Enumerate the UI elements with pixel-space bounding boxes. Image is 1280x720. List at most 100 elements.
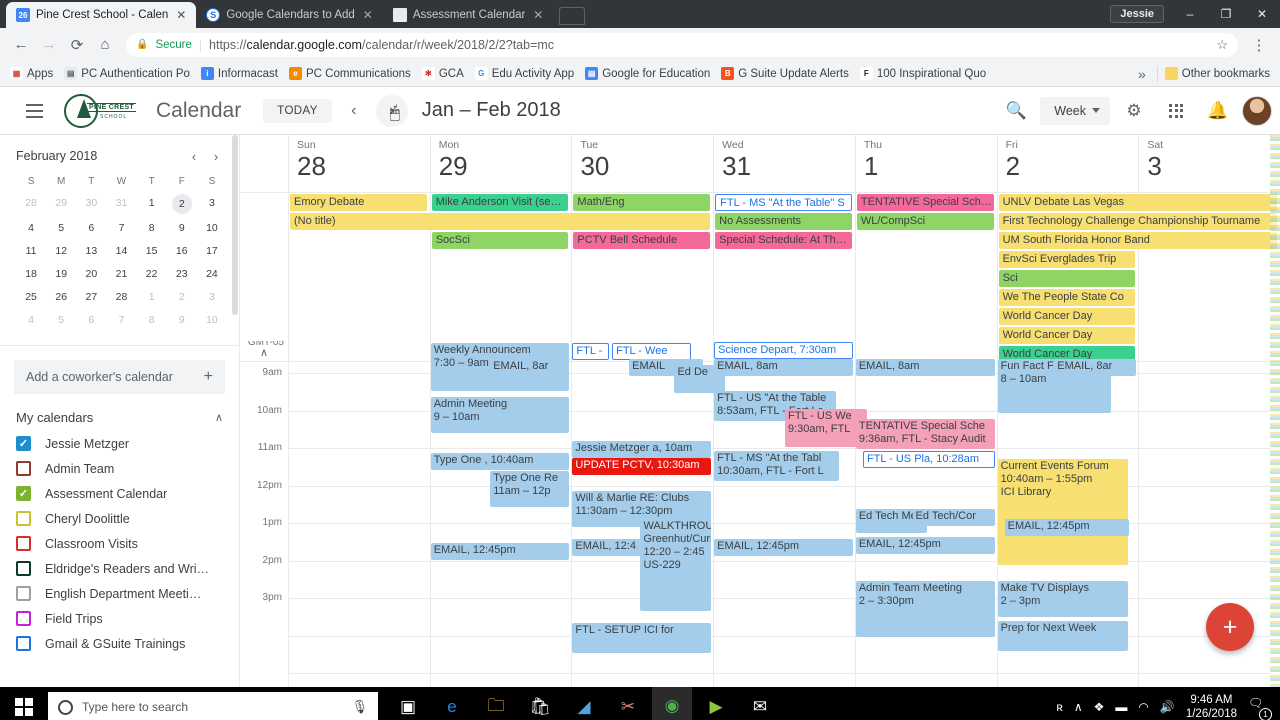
- microsoft-store-icon[interactable]: 🛍: [520, 687, 560, 720]
- calendar-list-item[interactable]: Admin Team: [0, 456, 239, 481]
- calendar-event[interactable]: Prep for Next Week: [997, 621, 1128, 651]
- mini-day-cell[interactable]: 19: [46, 265, 76, 283]
- mini-day-cell[interactable]: 17: [197, 242, 227, 260]
- search-icon[interactable]: 🔍: [998, 93, 1034, 129]
- mini-day-cell[interactable]: 9: [167, 311, 197, 329]
- calendar-list-item[interactable]: Field Trips: [0, 606, 239, 631]
- calendar-event[interactable]: EMAIL, 8am: [855, 359, 995, 376]
- all-day-event-chip[interactable]: Math/Eng: [573, 194, 711, 211]
- all-day-event-chip[interactable]: World Cancer Day: [998, 308, 1136, 325]
- browser-tab-0[interactable]: 26 Pine Crest School - Calen ✕: [6, 2, 197, 28]
- mini-day-cell[interactable]: 14: [106, 242, 136, 260]
- address-bar[interactable]: 🔒 Secure | https://calendar.google.com/c…: [126, 32, 1238, 57]
- calendar-event[interactable]: Current Events Forum 10:40am – 1:55pm ICI …: [997, 459, 1128, 565]
- all-day-event-chip[interactable]: PCTV Bell Schedule: [573, 232, 711, 249]
- close-tab-icon[interactable]: ✕: [361, 8, 375, 22]
- calendar-event[interactable]: Make TV Displays 2 – 3pm: [997, 581, 1128, 617]
- mini-day-cell[interactable]: 5: [46, 311, 76, 329]
- calendar-event[interactable]: FTL - Wee: [612, 343, 692, 360]
- calendar-checkbox[interactable]: [16, 561, 31, 576]
- clock[interactable]: 9:46 AM 1/26/2018: [1186, 693, 1237, 720]
- minimize-button[interactable]: –: [1172, 0, 1208, 28]
- calendar-event[interactable]: Type One Re 11am – 12p: [490, 471, 570, 507]
- reload-icon[interactable]: ⟳: [64, 32, 90, 58]
- calendar-checkbox[interactable]: [16, 586, 31, 601]
- taskbar-search-input[interactable]: Type here to search 🎙: [48, 692, 378, 720]
- all-day-event-chip[interactable]: We The People State Co: [998, 289, 1136, 306]
- calendar-event[interactable]: Admin Team Meeting 2 – 3:30pm: [855, 581, 995, 637]
- mail-icon[interactable]: ✉: [740, 687, 780, 720]
- mini-day-cell[interactable]: 22: [137, 265, 167, 283]
- onedrive-icon[interactable]: ◢: [564, 687, 604, 720]
- all-day-event-chip[interactable]: FTL - MS "At the Table" S: [715, 194, 852, 211]
- day-header-sat[interactable]: Sat 3: [1138, 135, 1280, 192]
- mini-day-cell[interactable]: 23: [167, 265, 197, 283]
- microphone-icon[interactable]: 🎙: [351, 699, 368, 715]
- day-header-thu[interactable]: Thu 1: [854, 135, 997, 192]
- all-day-event-chip[interactable]: Special Schedule: At Th…: [715, 232, 852, 249]
- calendar-event[interactable]: Science Depart, 7:30am: [714, 342, 853, 359]
- bookmark-item[interactable]: ▤ PC Authentication Po: [60, 65, 194, 82]
- mini-day-cell[interactable]: 18: [16, 265, 46, 283]
- mini-day-cell[interactable]: 6: [76, 219, 106, 237]
- profile-chip[interactable]: Jessie: [1110, 5, 1164, 23]
- calendar-checkbox[interactable]: ✓: [16, 486, 31, 501]
- mini-day-cell[interactable]: 15: [137, 242, 167, 260]
- calendar-event[interactable]: EMAIL, 12:45pm: [430, 543, 570, 560]
- battery-icon[interactable]: ▬: [1115, 700, 1127, 714]
- mini-day-cell[interactable]: 29: [46, 194, 76, 214]
- mini-day-cell[interactable]: 4: [16, 311, 46, 329]
- file-explorer-icon[interactable]: 🗀: [476, 687, 516, 720]
- calendar-event[interactable]: EMAIL, 8ar: [490, 359, 570, 376]
- bookmark-item[interactable]: BG Suite Update Alerts: [717, 65, 853, 82]
- day-header-fri[interactable]: Fri 2: [996, 135, 1139, 192]
- back-icon[interactable]: ←: [8, 32, 34, 58]
- calendar-event[interactable]: UPDATE PCTV, 10:30am: [572, 458, 712, 475]
- all-day-event-chip[interactable]: UM South Florida Honor Band: [998, 232, 1277, 249]
- mini-calendar-grid[interactable]: S M T W T F S 28 29 30 31 1 2 3 4 5 6 7 8 9 10 11 12 13 14 15 16 17…: [16, 176, 227, 329]
- edge-icon[interactable]: e: [432, 687, 472, 720]
- all-day-event-chip[interactable]: Sci: [998, 270, 1136, 287]
- calendar-event[interactable]: FTL - MS "At the Tabl 10:30am, FTL - Fort…: [714, 451, 839, 481]
- mini-day-cell[interactable]: 20: [76, 265, 106, 283]
- browser-tab-2[interactable]: Assessment Calendar ✕: [383, 2, 554, 28]
- calendar-checkbox[interactable]: [16, 611, 31, 626]
- mini-day-cell[interactable]: 24: [197, 265, 227, 283]
- calendar-list-item[interactable]: Eldridge's Readers and Wri…: [0, 556, 239, 581]
- calendar-event[interactable]: FTL - SETUP ICI for: [572, 623, 712, 653]
- brand-logo[interactable]: PINE CREST SCHOOL Calendar: [64, 91, 241, 131]
- calendar-checkbox[interactable]: ✓: [16, 436, 31, 451]
- mini-day-cell[interactable]: 3: [197, 194, 227, 214]
- calendar-event[interactable]: FTL -: [572, 343, 610, 360]
- calendar-list-item[interactable]: Cheryl Doolittle: [0, 506, 239, 531]
- mini-day-cell[interactable]: 1: [137, 288, 167, 306]
- people-icon[interactable]: ʀ: [1056, 700, 1063, 714]
- apps-grid-icon[interactable]: [1158, 93, 1194, 129]
- calendar-event[interactable]: Type One , 10:40am: [430, 453, 570, 470]
- all-day-event-chip[interactable]: WL/CompSci: [856, 213, 994, 230]
- mini-day-cell[interactable]: 4: [16, 219, 46, 237]
- other-bookmarks-folder[interactable]: Other bookmarks: [1161, 65, 1274, 82]
- wifi-icon[interactable]: ◠: [1138, 700, 1148, 714]
- mini-day-cell[interactable]: 7: [106, 311, 136, 329]
- calendar-event[interactable]: EMAIL, 8ar: [1054, 359, 1137, 376]
- mini-day-cell[interactable]: 11: [16, 242, 46, 260]
- calendar-checkbox[interactable]: [16, 536, 31, 551]
- calendar-overview-scrollbar[interactable]: [1270, 135, 1280, 687]
- bookmark-star-icon[interactable]: ☆: [1216, 37, 1228, 53]
- action-center-icon[interactable]: 🗨 1: [1248, 696, 1272, 720]
- calendar-event[interactable]: EMAIL, 12:45pm: [714, 539, 853, 556]
- mini-day-cell[interactable]: 26: [46, 288, 76, 306]
- calendar-list-item[interactable]: ✓ Assessment Calendar: [0, 481, 239, 506]
- mini-day-cell[interactable]: 31: [106, 194, 136, 214]
- mini-day-cell[interactable]: 10: [197, 311, 227, 329]
- bookmarks-overflow-icon[interactable]: »: [1130, 66, 1154, 82]
- mini-day-cell[interactable]: 8: [137, 311, 167, 329]
- mini-day-cell[interactable]: 21: [106, 265, 136, 283]
- mini-day-cell[interactable]: 2: [167, 288, 197, 306]
- calendar-event[interactable]: WALKTHROUGH: Greenhut/Curran12:20 – 2:45…: [640, 519, 712, 611]
- bookmark-item[interactable]: e PC Communications: [285, 65, 415, 82]
- calendar-event[interactable]: Ed Tech/Cor: [912, 509, 995, 526]
- all-day-event-chip[interactable]: Mike Anderson Visit (se…: [431, 194, 569, 211]
- mini-prev-button[interactable]: ‹: [183, 145, 205, 167]
